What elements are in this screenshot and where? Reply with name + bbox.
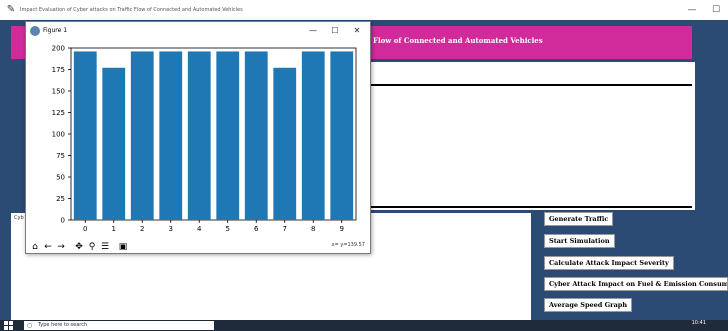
y-tick-label: 75 <box>56 152 65 160</box>
output-panel-bottom-rule <box>370 206 692 208</box>
bar-chart: 0 25 50 75 100 125 150 175 200 0 1 2 3 4 5 6 7 8 9 <box>52 45 357 233</box>
configure-subplots-icon[interactable]: ☰ <box>99 241 111 253</box>
figure-minimize-button[interactable]: — <box>302 22 324 39</box>
app-maximize-button[interactable]: ☐ <box>704 0 728 20</box>
figure-window: Figure 1 — ☐ ✕ 0 25 50 75 100 125 150 175 200 0 1 2… <box>25 21 371 254</box>
bar <box>187 51 211 220</box>
app-window-title: Impact Evaluation of Cyber attacks on Tr… <box>20 7 243 13</box>
x-tick-label: 1 <box>112 225 116 233</box>
screen: ✎ Impact Evaluation of Cyber attacks on … <box>0 0 728 331</box>
x-tick-label: 6 <box>254 225 259 233</box>
y-tick-label: 100 <box>52 131 65 139</box>
bar <box>73 51 97 220</box>
x-tick-label: 0 <box>83 225 87 233</box>
forward-icon[interactable]: → <box>55 241 67 253</box>
calculate-impact-button[interactable]: Calculate Attack Impact Severity <box>544 256 674 270</box>
bar <box>159 51 183 220</box>
back-icon[interactable]: ← <box>42 241 54 253</box>
y-tick-label: 200 <box>52 45 65 53</box>
y-tick-label: 150 <box>52 88 65 96</box>
figure-window-controls: — ☐ ✕ <box>302 22 368 39</box>
y-tick-label: 25 <box>56 195 65 203</box>
y-tick-label: 50 <box>56 174 65 182</box>
tk-feather-icon: ✎ <box>6 4 16 15</box>
x-tick-label: 7 <box>283 225 287 233</box>
windows-start-icon[interactable] <box>4 321 14 330</box>
x-tick-label: 4 <box>197 225 202 233</box>
fuel-emission-impact-button[interactable]: Cyber Attack Impact on Fuel & Emission C… <box>544 277 728 291</box>
figure-toolbar: ⌂ ← → ✥ ⚲ ☰ ▣ x= y=139.57 <box>26 239 370 254</box>
app-window-controls: — ☐ <box>680 0 728 20</box>
average-speed-graph-button[interactable]: Average Speed Graph <box>544 298 633 312</box>
x-tick-label: 2 <box>140 225 144 233</box>
search-icon: ○ <box>27 322 33 329</box>
taskbar-search[interactable]: ○ Type here to search <box>24 321 214 330</box>
bar <box>244 51 268 220</box>
search-placeholder: Type here to search <box>38 322 88 328</box>
figure-maximize-button[interactable]: ☐ <box>324 22 346 39</box>
home-icon[interactable]: ⌂ <box>29 241 41 253</box>
x-tick-label: 8 <box>311 225 315 233</box>
y-tick-label: 175 <box>52 66 65 74</box>
output-panel <box>365 62 695 210</box>
bar <box>330 51 354 220</box>
start-simulation-button[interactable]: Start Simulation <box>544 234 615 248</box>
coordinate-readout: x= y=139.57 <box>331 242 365 248</box>
app-titlebar: ✎ Impact Evaluation of Cyber attacks on … <box>0 0 728 20</box>
tray-clock: 10:41 <box>691 320 706 326</box>
save-icon[interactable]: ▣ <box>117 241 129 253</box>
app-minimize-button[interactable]: — <box>680 0 704 20</box>
pan-icon[interactable]: ✥ <box>73 241 85 253</box>
zoom-icon[interactable]: ⚲ <box>86 241 98 253</box>
bar <box>102 67 126 220</box>
bar <box>301 51 325 220</box>
bar <box>216 51 240 220</box>
taskbar: ○ Type here to search 10:41 <box>0 320 728 331</box>
figure-canvas[interactable]: 0 25 50 75 100 125 150 175 200 0 1 2 3 4 5 6 7 8 9 <box>26 40 370 240</box>
x-tick-label: 9 <box>340 225 344 233</box>
output-panel-top-rule <box>370 84 692 86</box>
y-tick-label: 0 <box>61 217 65 225</box>
y-tick-label: 125 <box>52 109 65 117</box>
x-tick-label: 3 <box>169 225 173 233</box>
figure-titlebar: Figure 1 — ☐ ✕ <box>26 22 370 39</box>
bar <box>130 51 154 220</box>
app-header-title: Flow of Connected and Automated Vehicles <box>373 36 543 45</box>
bar <box>273 67 297 220</box>
figure-close-button[interactable]: ✕ <box>346 22 368 39</box>
matplotlib-icon <box>30 25 40 36</box>
lower-panel-label: Cyb <box>14 215 24 221</box>
x-tick-label: 5 <box>226 225 230 233</box>
figure-title: Figure 1 <box>43 27 68 34</box>
generate-traffic-button[interactable]: Generate Traffic <box>544 212 614 226</box>
